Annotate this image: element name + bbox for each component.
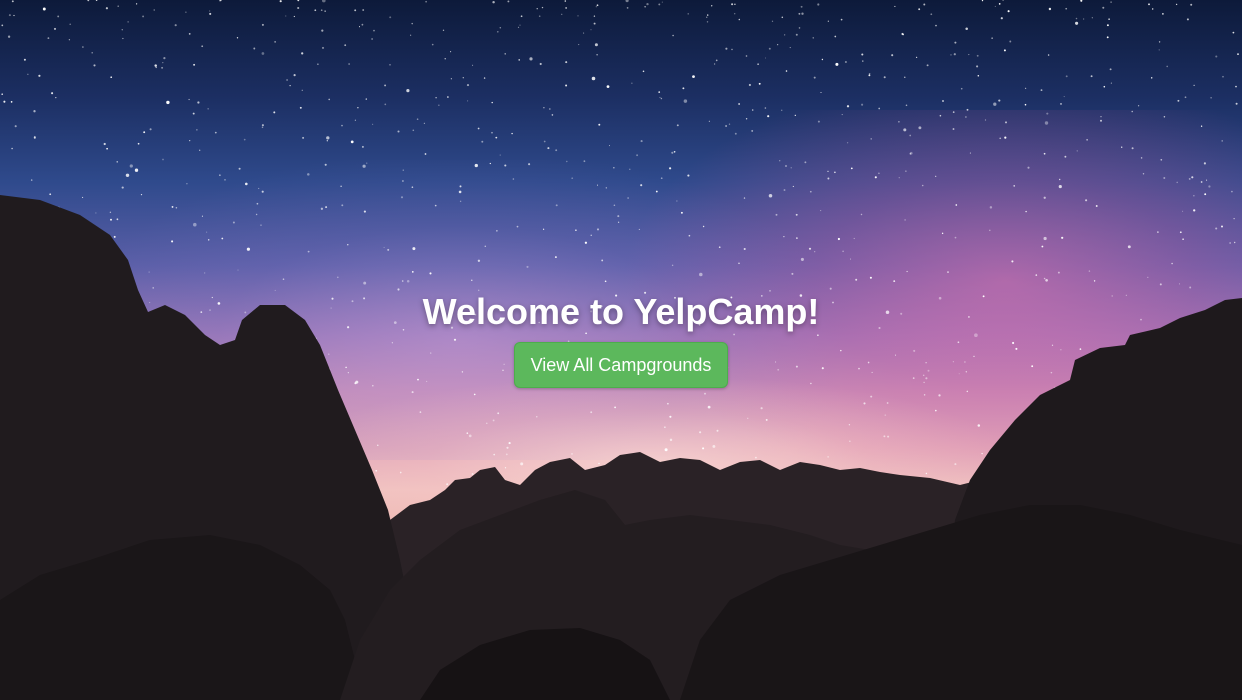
view-all-campgrounds-button[interactable]: View All Campgrounds (513, 342, 729, 388)
page-title: Welcome to YelpCamp! (422, 291, 820, 332)
landing-page: Welcome to YelpCamp! View All Campground… (0, 0, 1242, 700)
hero-section: Welcome to YelpCamp! View All Campground… (0, 290, 1242, 388)
